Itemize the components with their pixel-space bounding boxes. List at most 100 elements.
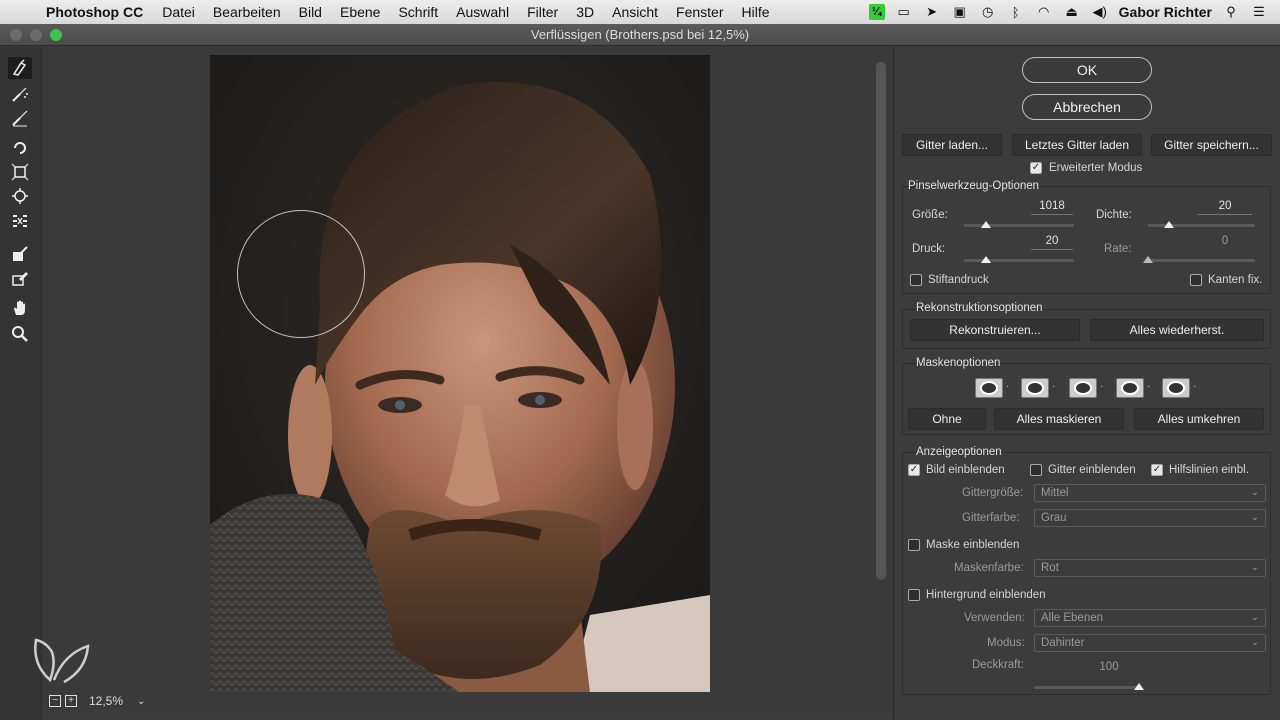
menu-3d[interactable]: 3D	[567, 4, 603, 20]
show-guides-checkbox[interactable]: ✓	[1151, 464, 1163, 476]
menu-ebene[interactable]: Ebene	[331, 4, 389, 20]
twirl-clockwise-tool-icon[interactable]	[8, 137, 32, 159]
show-mask-label: Maske einblenden	[926, 539, 1020, 551]
battery-icon[interactable]: ▣	[951, 4, 969, 20]
show-mesh-checkbox[interactable]	[1030, 464, 1042, 476]
density-slider-thumb[interactable]	[1164, 221, 1175, 228]
bluetooth-icon[interactable]: ᛒ	[1007, 5, 1025, 20]
portrait-photo[interactable]	[210, 55, 710, 693]
zoom-dropdown-chevron-icon[interactable]: ⌄	[137, 696, 145, 707]
restore-all-button[interactable]: Alles wiederherst.	[1090, 319, 1264, 341]
menu-hilfe[interactable]: Hilfe	[733, 4, 779, 20]
mask-none-button[interactable]: Ohne	[908, 408, 986, 430]
menu-schrift[interactable]: Schrift	[389, 4, 447, 20]
brush-options-title: Pinselwerkzeug-Optionen	[908, 180, 1040, 192]
cancel-button[interactable]: Abbrechen	[1022, 94, 1152, 120]
save-mesh-button[interactable]: Gitter speichern...	[1151, 134, 1272, 156]
opacity-label: Deckkraft:	[972, 659, 1024, 671]
app-status-icon[interactable]: ¼	[868, 4, 885, 20]
mask-replace-dropdown-icon[interactable]: ·	[1006, 381, 1009, 392]
window-title-bar: Verflüssigen (Brothers.psd bei 12,5%)	[0, 24, 1280, 46]
use-value: Alle Ebenen	[1041, 612, 1104, 624]
stylus-pressure-checkbox[interactable]	[910, 274, 922, 286]
menu-datei[interactable]: Datei	[153, 4, 204, 20]
mask-subtract-dropdown-icon[interactable]: ·	[1100, 381, 1103, 392]
smooth-tool-icon[interactable]	[8, 107, 32, 129]
mask-subtract-icon[interactable]	[1069, 378, 1097, 398]
freeze-mask-tool-icon[interactable]	[8, 243, 32, 265]
mask-color-label: Maskenfarbe:	[954, 562, 1024, 574]
menu-app-name[interactable]: Photoshop CC	[40, 4, 153, 20]
push-left-tool-icon[interactable]	[8, 211, 32, 233]
zoom-in-button[interactable]: +	[65, 695, 77, 707]
zoom-window-button[interactable]	[50, 29, 62, 41]
pressure-slider-thumb[interactable]	[981, 256, 991, 263]
size-value[interactable]: 1018	[1031, 200, 1073, 215]
minimize-window-button[interactable]	[30, 29, 42, 41]
density-value[interactable]: 20	[1198, 200, 1252, 215]
zoom-tool-icon[interactable]	[8, 323, 32, 345]
mesh-color-select[interactable]: Grau ⌄	[1034, 509, 1266, 527]
display-icon[interactable]: ▭	[895, 4, 913, 20]
mode-select[interactable]: Dahinter ⌄	[1034, 634, 1266, 652]
mesh-color-value: Grau	[1041, 512, 1067, 524]
mode-value: Dahinter	[1041, 637, 1085, 649]
menu-ansicht[interactable]: Ansicht	[603, 4, 667, 20]
menu-auswahl[interactable]: Auswahl	[447, 4, 518, 20]
menu-bearbeiten[interactable]: Bearbeiten	[204, 4, 290, 20]
mask-invert-dropdown-icon[interactable]: ·	[1193, 381, 1196, 392]
pressure-value[interactable]: 20	[1031, 235, 1073, 250]
eject-icon[interactable]: ⏏	[1063, 4, 1081, 20]
mask-color-select[interactable]: Rot ⌄	[1034, 559, 1266, 577]
menu-bild[interactable]: Bild	[290, 4, 331, 20]
use-select[interactable]: Alle Ebenen ⌄	[1034, 609, 1266, 627]
bloat-tool-icon[interactable]	[8, 185, 32, 207]
mask-all-button[interactable]: Alles maskieren	[994, 408, 1124, 430]
time-machine-icon[interactable]: ◷	[979, 4, 997, 20]
notification-list-icon[interactable]: ☰	[1250, 4, 1268, 20]
stylus-pressure-label: Stiftandruck	[928, 274, 989, 286]
mesh-size-select[interactable]: Mittel ⌄	[1034, 484, 1266, 502]
vertical-scrollbar[interactable]	[876, 62, 886, 580]
pin-edges-checkbox[interactable]	[1190, 274, 1202, 286]
load-mesh-button[interactable]: Gitter laden...	[902, 134, 1002, 156]
invert-all-button[interactable]: Alles umkehren	[1134, 408, 1264, 430]
chevron-down-icon: ⌄	[1250, 562, 1259, 573]
forward-warp-tool-icon[interactable]	[8, 57, 32, 79]
mask-intersect-icon[interactable]	[1116, 378, 1144, 398]
ok-button[interactable]: OK	[1022, 57, 1152, 83]
arrow-icon[interactable]: ➤	[923, 4, 941, 20]
chevron-down-icon: ⌄	[1250, 612, 1259, 623]
size-slider-thumb[interactable]	[981, 221, 991, 228]
zoom-value[interactable]: 12,5%	[89, 694, 123, 708]
mask-invert-icon[interactable]	[1162, 378, 1190, 398]
search-icon[interactable]: ⚲	[1222, 4, 1240, 20]
wifi-icon[interactable]: ◠	[1035, 4, 1053, 20]
show-backdrop-checkbox[interactable]	[908, 589, 920, 601]
advanced-mode-label: Erweiterter Modus	[1049, 162, 1143, 174]
rate-slider-thumb	[1143, 256, 1153, 263]
preview-canvas[interactable]	[43, 47, 893, 693]
menu-fenster[interactable]: Fenster	[667, 4, 732, 20]
user-name[interactable]: Gabor Richter	[1119, 4, 1212, 20]
opacity-value[interactable]: 100	[1084, 661, 1134, 676]
advanced-mode-checkbox[interactable]: ✓	[1030, 162, 1042, 174]
opacity-slider-thumb[interactable]	[1134, 683, 1144, 690]
opacity-slider[interactable]	[1034, 686, 1139, 689]
volume-icon[interactable]: ◀)	[1091, 4, 1109, 20]
show-image-checkbox[interactable]: ✓	[908, 464, 920, 476]
hand-tool-icon[interactable]	[8, 297, 32, 319]
menu-filter[interactable]: Filter	[518, 4, 567, 20]
mask-replace-icon[interactable]	[975, 378, 1003, 398]
mask-intersect-dropdown-icon[interactable]: ·	[1147, 381, 1150, 392]
reconstruct-button[interactable]: Rekonstruieren...	[910, 319, 1080, 341]
mask-add-dropdown-icon[interactable]: ·	[1052, 381, 1055, 392]
close-window-button[interactable]	[10, 29, 22, 41]
show-mask-checkbox[interactable]	[908, 539, 920, 551]
thaw-mask-tool-icon[interactable]	[8, 267, 32, 289]
zoom-out-button[interactable]: −	[49, 695, 61, 707]
mask-add-icon[interactable]	[1021, 378, 1049, 398]
reconstruct-tool-icon[interactable]	[8, 83, 32, 105]
pucker-tool-icon[interactable]	[8, 161, 32, 183]
load-last-mesh-button[interactable]: Letztes Gitter laden	[1012, 134, 1142, 156]
